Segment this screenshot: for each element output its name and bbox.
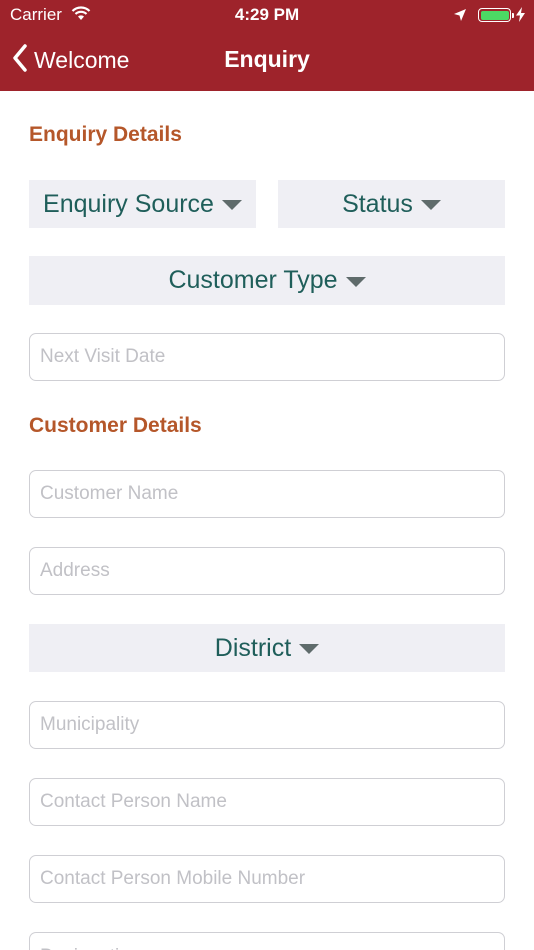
address-field[interactable] bbox=[29, 547, 505, 595]
caret-down-icon bbox=[299, 644, 320, 654]
status-label: Status bbox=[342, 189, 413, 218]
next-visit-date-input[interactable] bbox=[30, 334, 504, 380]
charging-bolt-icon bbox=[516, 7, 525, 27]
district-label: District bbox=[214, 633, 292, 662]
customer-details-heading: Customer Details bbox=[29, 414, 202, 437]
page-title: Enquiry bbox=[224, 46, 310, 72]
customer-type-dropdown[interactable]: Customer Type bbox=[29, 256, 505, 305]
enquiry-details-heading: Enquiry Details bbox=[29, 123, 182, 146]
district-dropdown[interactable]: District bbox=[29, 624, 505, 672]
battery-icon bbox=[478, 8, 514, 22]
customer-type-label: Customer Type bbox=[168, 266, 338, 294]
status-dropdown[interactable]: Status bbox=[278, 180, 505, 228]
designation-field[interactable] bbox=[29, 932, 505, 950]
municipality-input[interactable] bbox=[30, 702, 504, 748]
contact-person-name-field[interactable] bbox=[29, 778, 505, 826]
designation-input[interactable] bbox=[30, 933, 504, 950]
contact-person-mobile-field[interactable] bbox=[29, 855, 505, 903]
address-input[interactable] bbox=[30, 548, 504, 594]
caret-down-icon bbox=[345, 276, 366, 287]
caret-down-icon bbox=[221, 200, 242, 210]
navigation-bar: Welcome Enquiry bbox=[0, 30, 534, 91]
municipality-field[interactable] bbox=[29, 701, 505, 749]
caret-down-icon bbox=[420, 200, 441, 210]
location-arrow-icon bbox=[453, 7, 467, 27]
customer-name-field[interactable] bbox=[29, 470, 505, 518]
enquiry-source-dropdown[interactable]: Enquiry Source bbox=[29, 180, 256, 228]
customer-name-input[interactable] bbox=[30, 471, 504, 517]
contact-person-name-input[interactable] bbox=[30, 779, 504, 825]
contact-person-mobile-input[interactable] bbox=[30, 856, 504, 902]
status-bar: Carrier 4:29 PM bbox=[0, 0, 534, 30]
enquiry-source-label: Enquiry Source bbox=[43, 189, 214, 218]
next-visit-date-field[interactable] bbox=[29, 333, 505, 381]
